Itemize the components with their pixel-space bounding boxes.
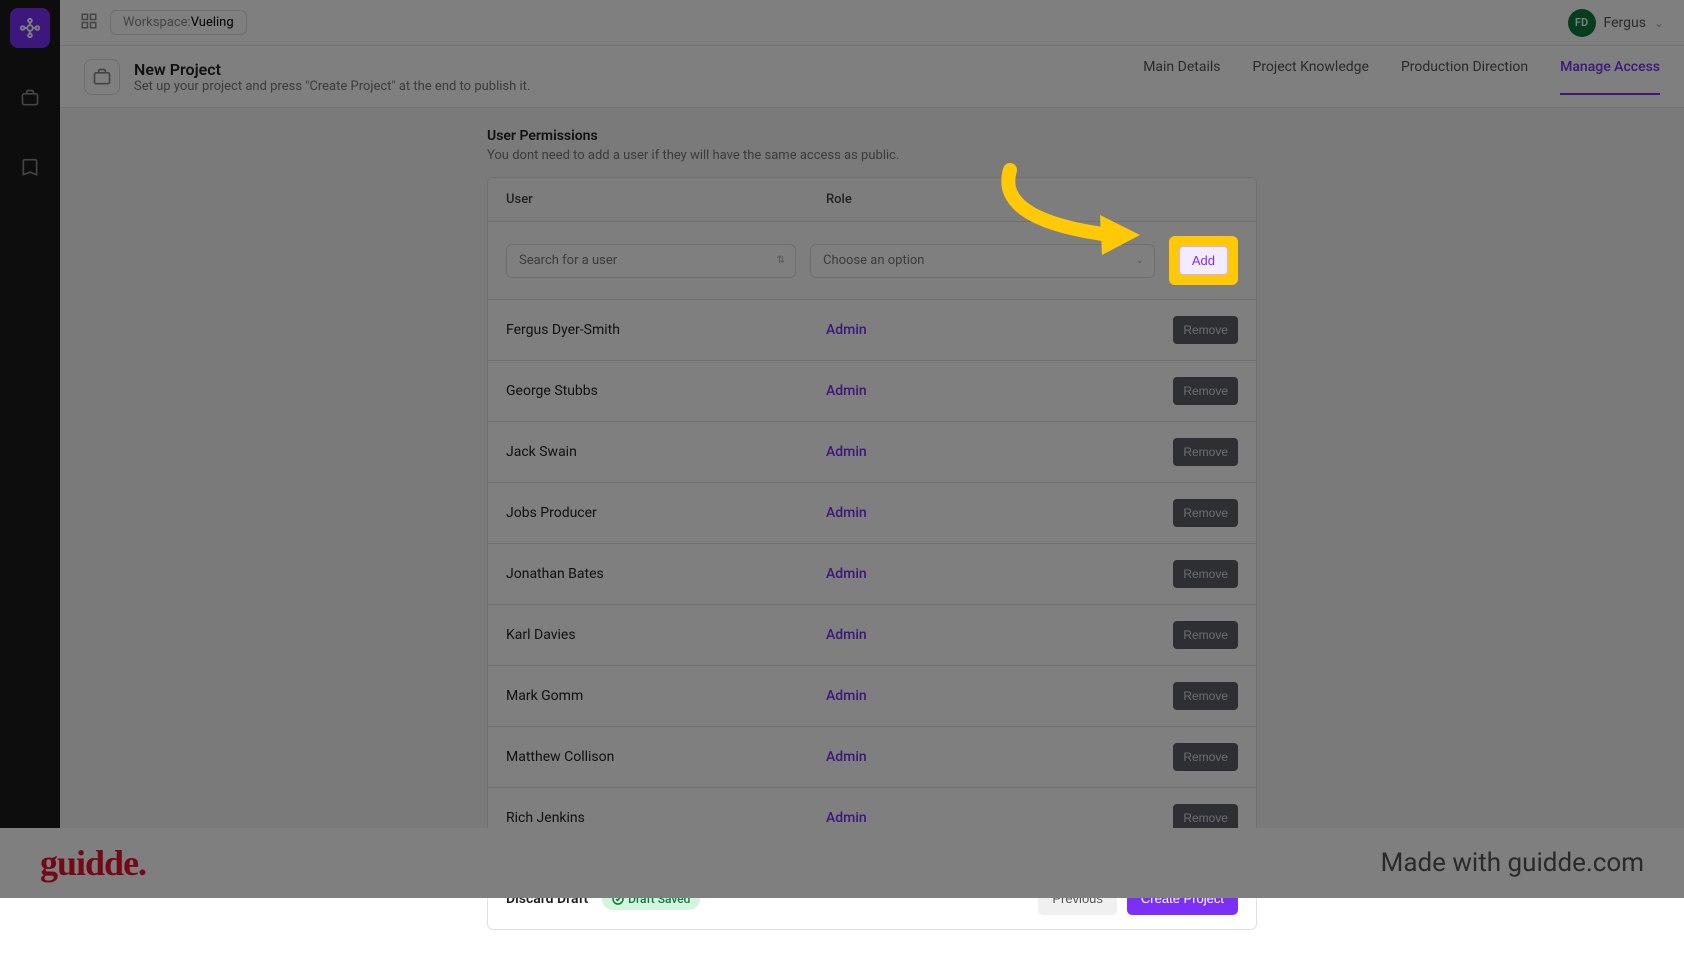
guidde-attribution: Made with guidde.com [1381, 848, 1644, 878]
user-name: Jonathan Bates [506, 566, 826, 582]
user-role: Admin [826, 444, 1148, 460]
sort-icon: ⇅ [777, 256, 785, 266]
workspace-name: Vueling [191, 15, 234, 30]
remove-button[interactable]: Remove [1173, 560, 1238, 588]
user-role: Admin [826, 566, 1148, 582]
app-logo[interactable] [10, 8, 50, 48]
table-row: George StubbsAdmin Remove [488, 361, 1256, 422]
remove-button[interactable]: Remove [1173, 743, 1238, 771]
remove-button[interactable]: Remove [1173, 377, 1238, 405]
user-role: Admin [826, 810, 1148, 826]
table-row: Karl DaviesAdmin Remove [488, 605, 1256, 666]
search-placeholder: Search for a user [519, 253, 617, 268]
table-row: Mark GommAdmin Remove [488, 666, 1256, 727]
section-description: You dont need to add a user if they will… [487, 148, 1257, 163]
table-row: Fergus Dyer-SmithAdmin Remove [488, 300, 1256, 361]
guidde-logo: guidde. [40, 842, 146, 884]
remove-button[interactable]: Remove [1173, 499, 1238, 527]
user-name: Fergus Dyer-Smith [506, 322, 826, 338]
user-name: Karl Davies [506, 627, 826, 643]
table-row: Jobs ProducerAdmin Remove [488, 483, 1256, 544]
add-button[interactable]: Add [1179, 246, 1228, 275]
remove-button[interactable]: Remove [1173, 316, 1238, 344]
tab-production-direction[interactable]: Production Direction [1401, 59, 1528, 95]
table-row: Matthew CollisonAdmin Remove [488, 727, 1256, 788]
page-title: New Project [134, 60, 530, 79]
remove-button[interactable]: Remove [1173, 438, 1238, 466]
user-role: Admin [826, 749, 1148, 765]
column-header-role: Role [826, 192, 1148, 207]
user-name: Mark Gomm [506, 688, 826, 704]
search-user-input[interactable]: Search for a user ⇅ [506, 244, 796, 278]
role-select[interactable]: Choose an option ⌄ [810, 244, 1155, 278]
remove-button[interactable]: Remove [1173, 621, 1238, 649]
tab-main-details[interactable]: Main Details [1143, 59, 1220, 95]
apps-grid-icon[interactable] [80, 12, 98, 34]
permissions-table: User Role Search for a user ⇅ Choose an … [487, 177, 1257, 849]
user-role: Admin [826, 383, 1148, 399]
user-role: Admin [826, 322, 1148, 338]
guidde-footer: guidde. Made with guidde.com [0, 828, 1684, 898]
user-name: Rich Jenkins [506, 810, 826, 826]
briefcase-icon[interactable] [10, 78, 50, 118]
page-subtitle: Set up your project and press "Create Pr… [134, 79, 530, 94]
user-role: Admin [826, 688, 1148, 704]
briefcase-icon [84, 59, 120, 95]
project-header: New Project Set up your project and pres… [60, 46, 1684, 108]
role-placeholder: Choose an option [823, 253, 924, 268]
add-button-highlight: Add [1169, 236, 1238, 285]
user-name: Jack Swain [506, 444, 826, 460]
tab-project-knowledge[interactable]: Project Knowledge [1252, 59, 1368, 95]
chevron-down-icon[interactable]: ⌄ [1654, 16, 1664, 30]
tab-manage-access[interactable]: Manage Access [1560, 59, 1660, 95]
column-header-user: User [506, 192, 826, 207]
user-name: Matthew Collison [506, 749, 826, 765]
user-role: Admin [826, 627, 1148, 643]
workspace-selector[interactable]: Workspace:Vueling [110, 10, 247, 35]
topbar: Workspace:Vueling FD Fergus ⌄ [60, 0, 1684, 46]
user-name: George Stubbs [506, 383, 826, 399]
main-area: Workspace:Vueling FD Fergus ⌄ New Projec… [60, 0, 1684, 828]
left-nav-rail [0, 0, 60, 828]
remove-button[interactable]: Remove [1173, 682, 1238, 710]
user-name: Jobs Producer [506, 505, 826, 521]
user-role: Admin [826, 505, 1148, 521]
table-row: Jonathan BatesAdmin Remove [488, 544, 1256, 605]
workspace-label: Workspace: [123, 15, 191, 30]
username-label: Fergus [1604, 15, 1646, 31]
tab-bar: Main Details Project Knowledge Production … [1143, 59, 1660, 95]
chevron-down-icon: ⌄ [1135, 255, 1143, 266]
section-title: User Permissions [487, 128, 1257, 144]
book-icon[interactable] [10, 148, 50, 188]
table-row: Jack SwainAdmin Remove [488, 422, 1256, 483]
avatar[interactable]: FD [1568, 9, 1596, 37]
